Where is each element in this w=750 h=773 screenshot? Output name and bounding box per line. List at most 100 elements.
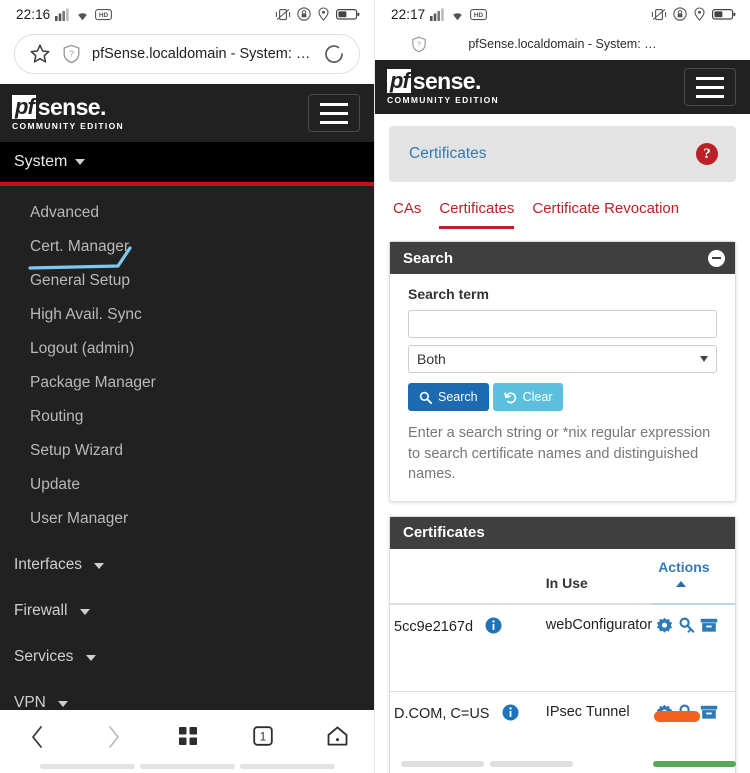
certificates-table-wrap[interactable]: In Use Actions 5cc9e2167d webConfigurato… [390,548,735,773]
logo-sense-text: sense [412,67,476,94]
pfsense-navbar: pf sense . COMMUNITY EDITION [0,84,374,142]
menu-item-logout[interactable]: Logout (admin) [0,332,374,366]
vibrate-icon [275,8,291,21]
system-menu-label: System [14,153,68,170]
menu-item-cert-manager-label: Cert. Manager [30,238,130,255]
chevron-down-icon [700,356,708,362]
status-clock: 22:16 [16,6,51,22]
cert-actions-cell [652,603,735,693]
address-bar-compact[interactable]: ? pfSense.localdomain - System: … [375,28,750,60]
hamburger-icon[interactable] [308,94,360,132]
nav-item-interfaces-label: Interfaces [14,556,83,573]
col-actions[interactable]: Actions [652,548,735,605]
star-icon[interactable] [29,43,51,65]
right-screen: 22:17 HD ? pfSense.localdomain - System:… [375,0,750,773]
shield-question-icon[interactable]: ? [411,36,427,53]
location-icon [317,7,330,21]
search-button[interactable]: Search [408,383,489,411]
logo-dot: . [474,67,482,94]
menu-spacer [0,674,374,686]
tab-cas[interactable]: CAs [393,200,421,229]
nav-item-services[interactable]: Services [0,640,374,674]
col-name[interactable] [390,548,542,605]
magnifier-icon [419,391,432,404]
menu-spacer [0,536,374,548]
gesture-indicator-bars [0,764,374,769]
status-left-group: 22:16 HD [16,6,113,22]
info-circle-icon[interactable] [485,617,502,634]
page-content: Certificates ? CAs Certificates Certific… [375,126,750,773]
nav-item-interfaces[interactable]: Interfaces [0,548,374,582]
menu-item-user-manager[interactable]: User Manager [0,502,374,536]
search-input[interactable] [408,310,717,338]
search-panel-header: Search [390,242,735,274]
clear-button-label: Clear [522,390,553,404]
menu-item-update[interactable]: Update [0,468,374,502]
nav-item-services-label: Services [14,648,74,665]
dual-screenshot-container: 22:16 HD ? pfSense.localdomain - System:… [0,0,750,773]
hd-icon: HD [470,8,488,21]
tab-bar: CAs Certificates Certificate Revocation [375,182,750,229]
certificate-archive-icon[interactable] [700,617,718,634]
tab-certificates[interactable]: Certificates [439,200,515,229]
minus-circle-icon[interactable] [708,249,725,267]
right-status-bar: 22:17 HD [375,0,750,28]
svg-text:HD: HD [474,12,484,19]
tabs-grid-icon[interactable] [164,724,212,748]
system-menu-header[interactable]: System [0,142,374,182]
reload-icon[interactable] [323,43,345,65]
help-icon[interactable]: ? [696,143,718,165]
hd-icon: HD [95,8,113,21]
gesture-indicator-bars [401,761,573,767]
search-term-label: Search term [408,286,489,302]
menu-item-routing[interactable]: Routing [0,400,374,434]
address-bar[interactable]: ? pfSense.localdomain - System: … [14,34,360,74]
caret-down-icon [79,609,90,615]
left-screen: 22:16 HD ? pfSense.localdomain - System:… [0,0,375,773]
undo-icon [503,391,517,404]
page-title: pfSense.localdomain - System: … [468,37,657,51]
search-panel-body: Search term Both Search Clear Enter a se… [390,274,735,501]
certificate-archive-icon[interactable] [700,704,718,721]
menu-item-general-setup[interactable]: General Setup [0,264,374,298]
breadcrumb: Certificates ? [389,126,736,182]
logo-pf-mark: pf [387,69,411,93]
caret-down-icon [58,701,69,707]
search-button-label: Search [438,390,478,404]
menu-item-high-avail-sync[interactable]: High Avail. Sync [0,298,374,332]
cert-in-use-cell: webConfigurator [541,603,652,693]
battery-icon [336,8,360,21]
browser-bottom-nav: 1 [0,710,374,773]
nav-item-vpn-label: VPN [14,694,46,711]
col-in-use[interactable]: In Use [541,548,653,605]
menu-item-setup-wizard[interactable]: Setup Wizard [0,434,374,468]
certificate-export-key-icon[interactable] [678,617,695,634]
table-row[interactable]: 5cc9e2167d webConfigurator [390,603,735,693]
menu-item-advanced[interactable]: Advanced [0,196,374,230]
search-scope-select-wrap: Both [408,345,717,373]
breadcrumb-link[interactable]: Certificates [409,145,487,163]
status-right-group [651,7,736,21]
menu-item-cert-manager[interactable]: Cert. Manager [0,230,374,270]
tab-certificate-revocation[interactable]: Certificate Revocation [532,200,679,229]
back-icon[interactable] [14,724,62,750]
nav-item-firewall[interactable]: Firewall [0,594,374,628]
battery-icon [712,8,736,21]
certificates-panel: Certificates In Use Actions 5cc9e2167d w… [389,515,736,773]
gesture-indicator-active [653,761,736,767]
shield-question-icon[interactable]: ? [62,44,81,64]
menu-spacer [0,628,374,640]
menu-item-package-manager[interactable]: Package Manager [0,366,374,400]
hamburger-icon[interactable] [684,68,736,106]
forward-icon[interactable] [89,724,137,750]
status-right-group [275,7,360,21]
sort-ascending-icon[interactable] [676,581,687,588]
home-icon[interactable] [314,724,362,748]
search-scope-select[interactable]: Both [408,345,717,373]
clear-button[interactable]: Clear [492,383,564,411]
tab-count-icon[interactable]: 1 [239,724,287,748]
info-circle-icon[interactable] [502,704,519,721]
certificate-edit-icon[interactable] [656,617,673,634]
screen-lock-icon [297,7,311,21]
screen-lock-icon [673,7,687,21]
